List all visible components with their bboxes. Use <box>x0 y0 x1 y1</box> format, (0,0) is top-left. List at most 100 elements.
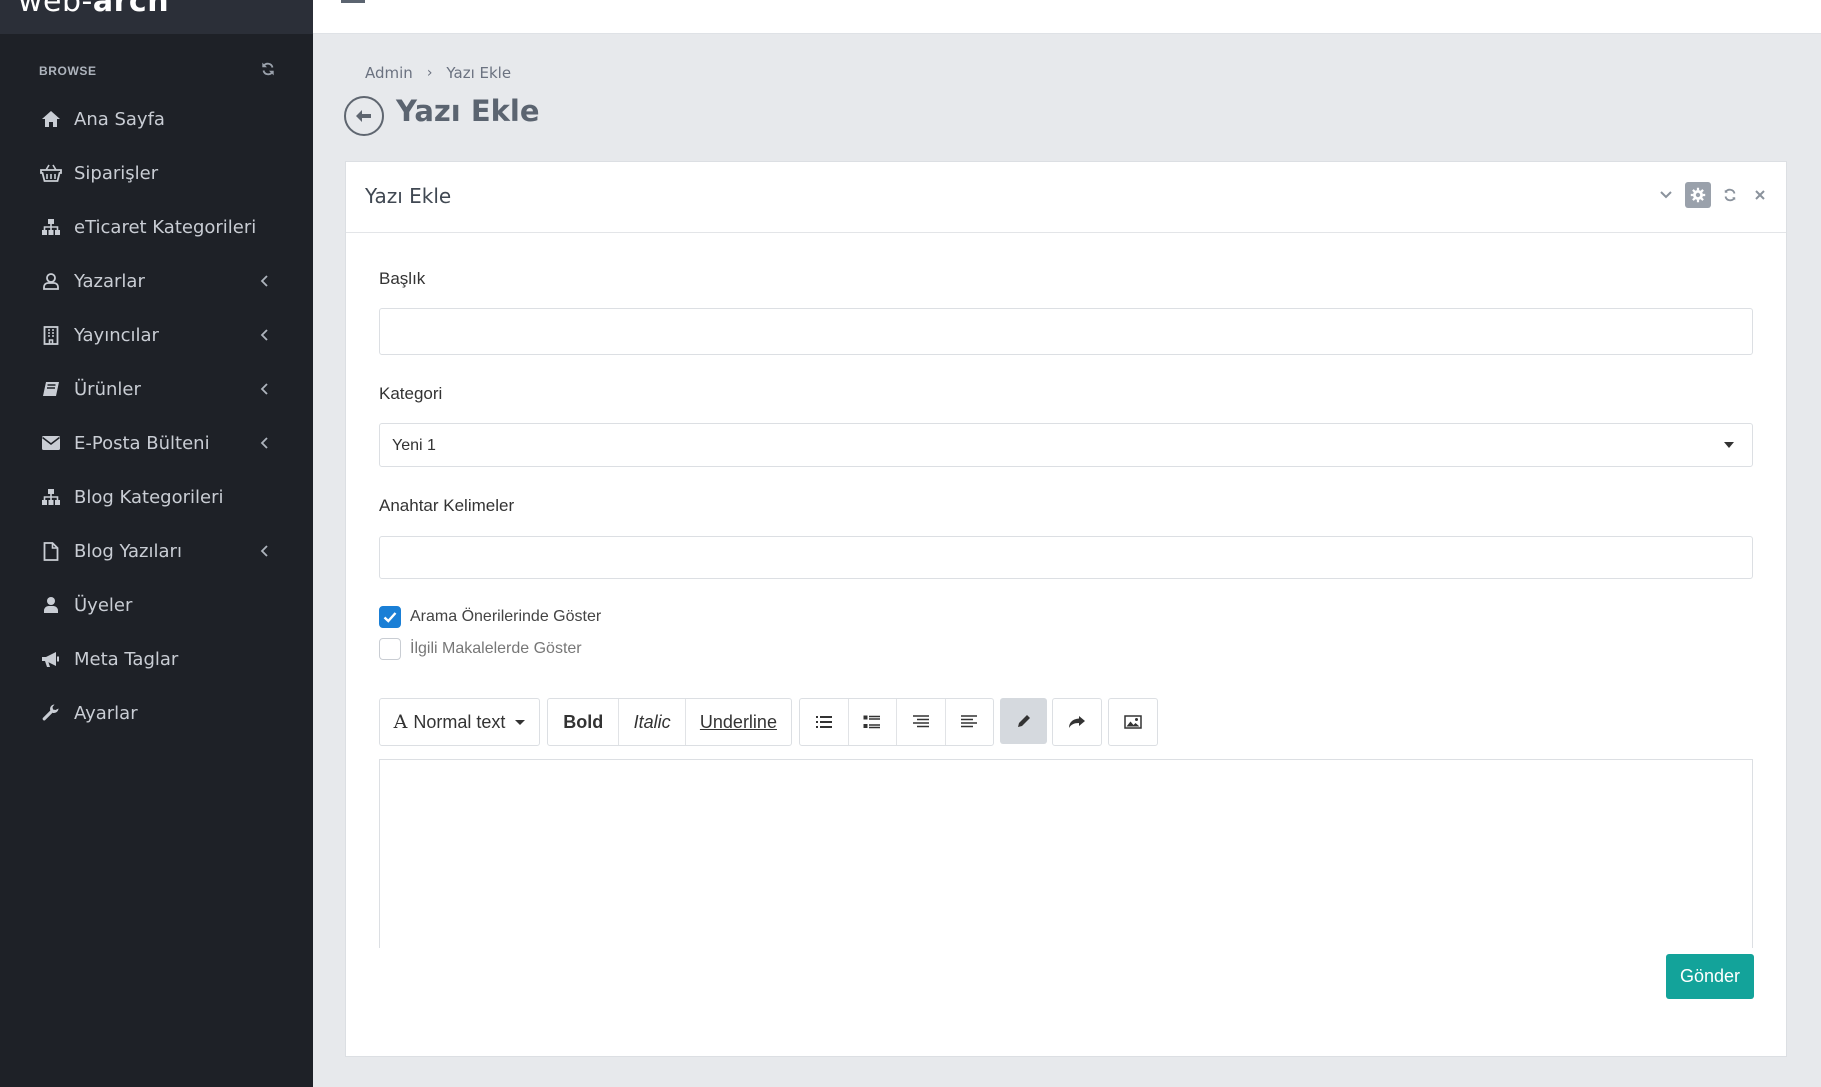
sitemap-icon <box>40 487 62 507</box>
align-left-icon <box>961 715 978 728</box>
bullet-list-button[interactable] <box>800 699 849 745</box>
close-icon[interactable] <box>1749 184 1771 206</box>
list-ul-icon <box>815 716 832 728</box>
checkbox-checked[interactable] <box>379 606 401 628</box>
chevron-right-icon: › <box>426 65 433 81</box>
topbar <box>313 0 1821 34</box>
sidebar-item-yayincilar[interactable]: Yayıncılar <box>0 308 313 362</box>
editor-content[interactable] <box>379 759 1753 948</box>
category-select[interactable]: Yeni 1 <box>379 423 1753 467</box>
keywords-input[interactable] <box>379 536 1753 579</box>
link-button[interactable] <box>1053 699 1101 745</box>
sidebar-item-label: Meta Taglar <box>74 648 179 670</box>
breadcrumb-item-admin[interactable]: Admin <box>365 64 413 82</box>
sidebar-item-urunler[interactable]: Ürünler <box>0 362 313 416</box>
indent-button[interactable] <box>946 699 994 745</box>
sidebar-item-ana-sayfa[interactable]: Ana Sayfa <box>0 92 313 146</box>
sidebar-item-ayarlar[interactable]: Ayarlar <box>0 686 313 740</box>
back-button[interactable] <box>344 96 384 136</box>
sidebar-item-yazarlar[interactable]: Yazarlar <box>0 254 313 308</box>
title-input[interactable] <box>379 308 1753 355</box>
browse-label: BROWSE <box>39 64 97 78</box>
underline-button[interactable]: Underline <box>686 699 791 745</box>
chevron-down-icon[interactable] <box>1655 184 1677 206</box>
sitemap-icon <box>40 217 62 237</box>
gear-icon[interactable] <box>1685 182 1711 208</box>
sidebar-item-label: Blog Kategorileri <box>74 486 224 508</box>
checkbox-label: İlgili Makalelerde Göster <box>410 640 582 657</box>
checkbox-label: Arama Önerilerinde Göster <box>410 608 602 625</box>
sidebar-item-label: E-Posta Bülteni <box>74 432 210 454</box>
browse-header: BROWSE <box>39 62 275 78</box>
logo[interactable]: web-arch <box>18 0 169 19</box>
sidebar-item-label: Ana Sayfa <box>74 108 165 130</box>
logo-light: web- <box>18 0 93 19</box>
sidebar-item-label: Yayıncılar <box>74 324 159 346</box>
title-label: Başlık <box>379 269 426 288</box>
font-icon: A <box>393 711 408 733</box>
sidebar-item-eticaret-kategorileri[interactable]: eTicaret Kategorileri <box>0 200 313 254</box>
text-format-dropdown[interactable]: A Normal text <box>380 699 539 745</box>
sidebar-nav: Ana Sayfa Siparişler eTicaret Kategorile… <box>0 92 313 740</box>
category-label: Kategori <box>379 384 443 403</box>
sidebar-item-label: Siparişler <box>74 162 159 184</box>
bullhorn-icon <box>40 649 62 669</box>
checkmark-icon <box>383 612 397 623</box>
sidebar-item-label: Blog Yazıları <box>74 540 182 562</box>
sidebar-item-label: Yazarlar <box>74 270 145 292</box>
sidebar-item-label: eTicaret Kategorileri <box>74 216 257 238</box>
submit-button[interactable]: Gönder <box>1666 954 1754 999</box>
insert-image-button[interactable] <box>1109 699 1157 745</box>
basket-icon <box>40 163 62 183</box>
image-group <box>1108 698 1158 746</box>
checkbox-related-articles[interactable]: İlgili Makalelerde Göster <box>379 638 582 660</box>
bold-button[interactable]: Bold <box>548 699 620 745</box>
edit-html-button[interactable] <box>1000 698 1047 744</box>
user-outline-icon <box>40 271 62 291</box>
file-icon <box>40 541 62 561</box>
panel-title: Yazı Ekle <box>365 184 452 208</box>
chevron-left-icon <box>258 273 270 289</box>
sidebar-item-label: Ayarlar <box>74 702 138 724</box>
checkbox-unchecked[interactable] <box>379 638 401 660</box>
sidebar-item-e-posta-bulteni[interactable]: E-Posta Bülteni <box>0 416 313 470</box>
chevron-left-icon <box>258 435 270 451</box>
style-group: Bold Italic Underline <box>547 698 792 746</box>
home-icon <box>40 109 62 129</box>
align-right-icon <box>912 715 929 728</box>
sidebar: web-arch BROWSE Ana Sayfa Siparişler eTi… <box>0 0 313 1087</box>
refresh-icon[interactable] <box>1719 184 1741 206</box>
text-format-label: Normal text <box>413 711 506 732</box>
logo-bar: web-arch <box>0 0 313 34</box>
share-icon <box>1069 716 1085 728</box>
sidebar-item-label: Üyeler <box>74 594 133 616</box>
building-icon <box>40 325 62 345</box>
sidebar-item-meta-taglar[interactable]: Meta Taglar <box>0 632 313 686</box>
breadcrumb: Admin › Yazı Ekle <box>365 64 511 82</box>
italic-button[interactable]: Italic <box>619 699 686 745</box>
caret-down-icon <box>515 719 526 725</box>
menu-toggle-icon[interactable] <box>341 0 365 3</box>
refresh-icon[interactable] <box>261 62 275 76</box>
html-group <box>1000 698 1047 746</box>
image-icon <box>1124 715 1142 729</box>
caret-down-icon <box>1724 442 1734 448</box>
sidebar-item-siparisler[interactable]: Siparişler <box>0 146 313 200</box>
user-icon <box>40 595 62 615</box>
panel-header: Yazı Ekle <box>346 162 1786 233</box>
numbered-list-button[interactable] <box>849 699 897 745</box>
logo-bold: arch <box>92 0 170 19</box>
arrow-left-icon <box>356 110 371 122</box>
list-group <box>799 698 994 746</box>
page-title: Yazı Ekle <box>396 94 540 128</box>
outdent-button[interactable] <box>897 699 946 745</box>
sidebar-item-uyeler[interactable]: Üyeler <box>0 578 313 632</box>
sidebar-item-blog-kategorileri[interactable]: Blog Kategorileri <box>0 470 313 524</box>
sidebar-item-blog-yazilari[interactable]: Blog Yazıları <box>0 524 313 578</box>
form-panel: Yazı Ekle Başlık Kategori Yeni 1 Anahtar… <box>345 161 1787 1057</box>
breadcrumb-item-current: Yazı Ekle <box>446 64 512 82</box>
chevron-left-icon <box>258 543 270 559</box>
envelope-icon <box>40 433 62 453</box>
link-group <box>1052 698 1102 746</box>
checkbox-search-suggestions[interactable]: Arama Önerilerinde Göster <box>379 606 601 628</box>
